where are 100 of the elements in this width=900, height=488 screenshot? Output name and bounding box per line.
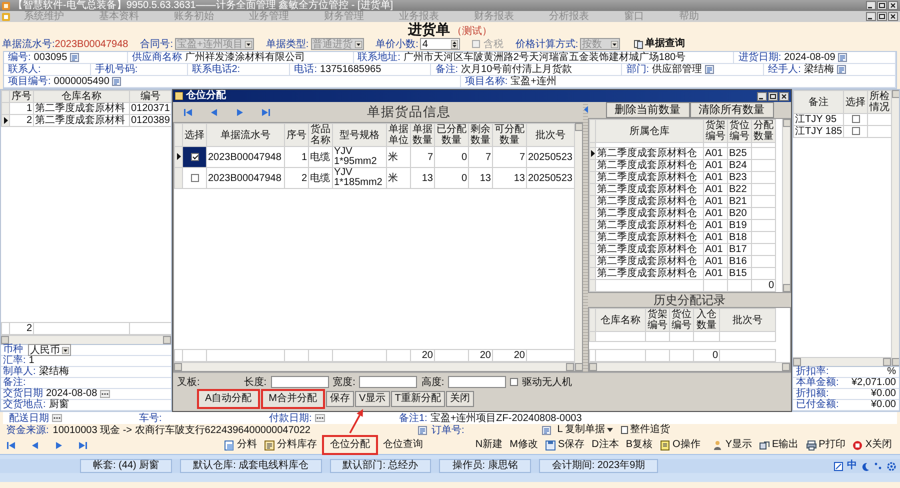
column-header[interactable]: 序号 [10,90,34,102]
dialog-button[interactable]: A自动分配 [197,389,260,409]
column-header[interactable]: 仓库名称 [34,90,130,102]
input-field[interactable] [270,376,329,388]
toolbar-button[interactable]: P打印 [804,439,848,451]
checkbox[interactable] [510,378,518,386]
column-header[interactable]: 已分配数量 [434,124,468,146]
settings-icon[interactable] [887,462,896,470]
column-header[interactable]: 选择 [182,124,206,146]
column-header[interactable]: 剩余数量 [468,124,492,146]
column-header[interactable]: 选择 [844,90,868,114]
next-icon[interactable] [235,108,245,116]
column-header[interactable]: 货位编号 [670,308,694,332]
toolbar-button[interactable]: 分料库存 [262,439,319,451]
next-icon[interactable] [54,440,64,450]
column-header[interactable]: 单据数量 [410,124,434,146]
scrollbar[interactable] [1,335,171,344]
input-field[interactable] [359,376,418,388]
scrollbar[interactable] [174,362,574,371]
input-method-indicator[interactable]: 中 [847,460,857,472]
toolbar-button[interactable]: X关闭 [850,439,894,451]
column-header[interactable]: 批次号 [526,124,574,146]
lookup-button[interactable] [838,53,848,62]
skip-end-icon[interactable] [78,440,88,450]
input-field[interactable] [448,376,506,388]
dialog-button[interactable]: M合并分配 [260,389,326,409]
checkbox[interactable] [852,127,860,136]
ellipsis-icon[interactable] [52,414,62,422]
previous-icon[interactable] [209,108,219,116]
toolbar-button[interactable]: E输出 [756,439,801,451]
column-header[interactable]: 可分配数量 [492,124,526,146]
column-header[interactable]: 分配数量 [752,120,776,142]
column-header[interactable]: 货品名称 [308,124,332,146]
scrollbar[interactable] [574,123,582,371]
scrollbar[interactable] [782,119,790,292]
skip-start-icon[interactable] [183,108,193,116]
toolbar-button[interactable]: 仓位分配 [322,435,378,455]
resize-icon[interactable] [834,462,843,470]
close-icon[interactable] [779,92,789,100]
ellipsis-icon[interactable] [314,414,325,422]
action-button[interactable]: 删除当前数量 [606,102,690,118]
lookup-button[interactable] [70,53,80,62]
dialog-button[interactable]: T重新分配 [390,391,445,407]
scrollbar[interactable] [793,357,891,366]
column-header[interactable]: 所检情况 [868,90,892,114]
column-header[interactable]: 所属仓库 [596,120,704,142]
dialog-button[interactable]: 关闭 [446,391,474,407]
column-header[interactable]: 货位编号 [728,120,752,142]
skip-start-icon[interactable] [6,440,16,450]
column-header[interactable]: 批次号 [720,308,776,332]
dialog-button[interactable]: 保存 [326,391,354,407]
column-header[interactable]: 单据单位 [386,124,410,146]
previous-icon[interactable] [30,440,40,450]
checkbox[interactable] [190,152,198,161]
toolbar-button[interactable]: O操作 [658,439,702,451]
toolbar-button[interactable]: M修改 [508,439,540,451]
dropdown[interactable]: 人民币 [28,344,71,356]
query-button[interactable]: 单据查询 [632,38,688,50]
column-header[interactable]: 型号规格 [332,124,386,146]
toolbar-button[interactable]: 整件追货 [619,424,672,436]
scrollbar[interactable] [891,90,899,366]
lookup-button[interactable] [112,77,122,86]
column-header[interactable]: 入仓数量 [694,308,720,332]
minimize-icon[interactable] [866,1,876,10]
spinner-icon[interactable] [451,40,458,48]
close-icon[interactable] [888,12,898,21]
toolbar-button[interactable]: Y显示 [710,439,754,451]
ellipsis-icon[interactable] [100,390,110,398]
action-button[interactable]: 清除所有数量 [690,102,774,118]
toolbar-button[interactable]: S保存 [542,439,587,451]
checkbox[interactable] [852,115,860,124]
toolbar-button[interactable]: B复核 [624,439,655,451]
skip-end-icon[interactable] [261,108,271,116]
column-header[interactable]: 货架编号 [646,308,670,332]
lookup-button[interactable] [418,426,428,434]
lookup-button[interactable] [836,65,846,74]
collapse-icon[interactable] [584,106,588,113]
toolbar-button[interactable]: D注本 [590,439,621,451]
checkbox[interactable] [190,174,198,182]
dots-icon[interactable] [874,462,883,470]
column-header[interactable]: 单据流水号 [206,124,284,146]
toolbar-button[interactable]: 分料 [222,439,259,451]
close-icon[interactable] [888,1,898,10]
minimize-icon[interactable] [866,12,876,21]
column-header[interactable]: 仓库名称 [596,308,646,332]
dropdown-button[interactable]: L 复制单据 [555,424,616,436]
number-field[interactable]: 4 [420,38,460,50]
toolbar-button[interactable]: N新建 [473,439,505,451]
column-header[interactable]: 序号 [284,124,308,146]
minimize-icon[interactable] [757,92,767,100]
column-header[interactable]: 备注 [794,90,844,114]
lookup-button[interactable] [542,426,552,434]
column-header[interactable]: 货架编号 [704,120,728,142]
dialog-button[interactable]: V显示 [355,391,390,407]
toolbar-button[interactable]: 仓位查询 [381,439,425,451]
moon-icon[interactable] [861,462,870,470]
scrollbar[interactable] [589,362,790,371]
lookup-button[interactable] [705,65,714,74]
column-header[interactable]: 编号 [130,90,171,102]
maximize-icon[interactable] [768,92,778,100]
